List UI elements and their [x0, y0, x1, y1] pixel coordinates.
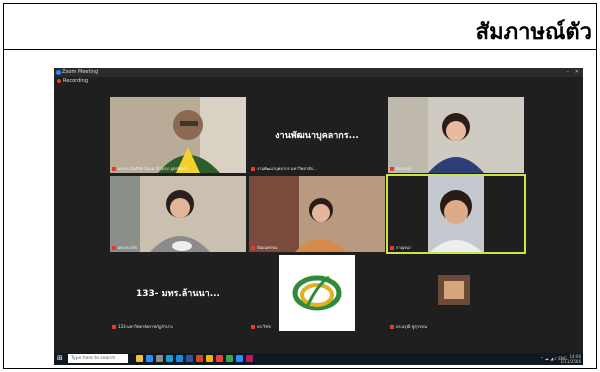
windows-start-icon[interactable]: ⊞ — [57, 355, 64, 362]
participant-tile[interactable]: ผศ.ดร.สันติชัย รัตนมาลี (มรภ.อุตรดิตถ์) — [110, 97, 246, 173]
taskbar-clock[interactable]: 14:06 1/11/2566 — [560, 354, 581, 364]
zoom-screenshot: Zoom Meeting – ✕ Recording ผศ.ดร.สันติชั… — [54, 68, 583, 365]
participant-display-name: งานพัฒนาบุคลากร... — [275, 131, 359, 141]
participant-tile[interactable]: 133- มทร.ล้านนา... 133-มหาวิทยาลัยราชภัฏ… — [110, 255, 246, 331]
store-icon[interactable] — [176, 355, 183, 362]
mic-muted-icon — [251, 325, 255, 329]
recording-indicator[interactable]: Recording — [57, 78, 88, 84]
participant-name: งานพัฒนาบุคลากร มหาวิทยาลัย... — [251, 165, 317, 172]
mic-muted-icon — [112, 246, 116, 250]
line-icon[interactable] — [226, 355, 233, 362]
participant-name: 133-มหาวิทยาลัยราชภัฏลำปาง — [112, 323, 173, 330]
mic-muted-icon — [112, 167, 116, 171]
participant-name: ปิยะนันท์ — [390, 165, 411, 172]
zoom-logo-icon — [56, 70, 61, 75]
zoom-icon[interactable] — [236, 355, 243, 362]
weather-icon[interactable] — [136, 355, 143, 362]
powerpoint-icon[interactable] — [196, 355, 203, 362]
participant-name: ดร.วิชช — [251, 323, 271, 330]
participant-thumbnail — [438, 275, 470, 305]
browser-icon[interactable] — [166, 355, 173, 362]
participant-video — [110, 97, 246, 173]
mic-muted-icon — [390, 325, 394, 329]
mic-muted-icon — [251, 167, 255, 171]
taskbar-search-input[interactable]: Type here to search — [68, 354, 128, 363]
folder-icon[interactable] — [206, 355, 213, 362]
participant-display-name: 133- มทร.ล้านนา... — [136, 289, 220, 299]
mic-muted-icon — [251, 246, 255, 250]
chrome-icon[interactable] — [216, 355, 223, 362]
university-logo — [279, 255, 355, 331]
mic-muted-icon — [112, 325, 116, 329]
recording-label: Recording — [63, 78, 89, 84]
participant-tile[interactable]: ปิยะนันท์ — [388, 97, 524, 173]
app-icon[interactable] — [246, 355, 253, 362]
participant-tile[interactable]: ดร.อรุณี ชูสุวรรณ — [388, 255, 524, 331]
windows-taskbar: ⊞ Type here to search ⌃ ☁ ◢ ♪ ENG 14:06 1… — [54, 353, 583, 365]
participant-name: กาญจนา — [390, 244, 411, 251]
participant-name: ผศ.ดร.สันติชัย รัตนมาลี (มรภ.อุตรดิตถ์) — [112, 165, 187, 172]
participant-name: ปัณณพรรณ — [251, 244, 278, 251]
window-titlebar: Zoom Meeting – ✕ — [54, 68, 583, 77]
mic-muted-icon — [390, 167, 394, 171]
minimize-icon[interactable]: – — [567, 69, 570, 75]
participant-video — [110, 176, 246, 252]
document-title: สัมภาษณ์ตัว — [475, 20, 592, 45]
participant-tile[interactable]: ปัณณพรรณ — [249, 176, 385, 252]
edge-icon[interactable] — [146, 355, 153, 362]
participant-video — [249, 176, 385, 252]
participant-video — [428, 176, 484, 252]
participant-video — [388, 97, 524, 173]
participant-tile[interactable]: ดร.วิชช — [249, 255, 385, 331]
header-divider — [3, 49, 597, 50]
participant-name: ผศ.ดร.จริย — [112, 244, 137, 251]
mic-muted-icon — [390, 246, 394, 250]
window-title: Zoom Meeting — [62, 69, 99, 75]
participant-tile[interactable]: งานพัฒนาบุคลากร... งานพัฒนาบุคลากร มหาวิ… — [249, 97, 385, 173]
word-icon[interactable] — [186, 355, 193, 362]
close-icon[interactable]: ✕ — [575, 69, 579, 75]
record-icon — [57, 78, 61, 83]
participant-tile[interactable]: ผศ.ดร.จริย — [110, 176, 246, 252]
participant-tile-active-speaker[interactable]: กาญจนา — [386, 174, 526, 254]
participant-name: ดร.อรุณี ชูสุวรรณ — [390, 323, 427, 330]
task-view-icon[interactable] — [156, 355, 163, 362]
